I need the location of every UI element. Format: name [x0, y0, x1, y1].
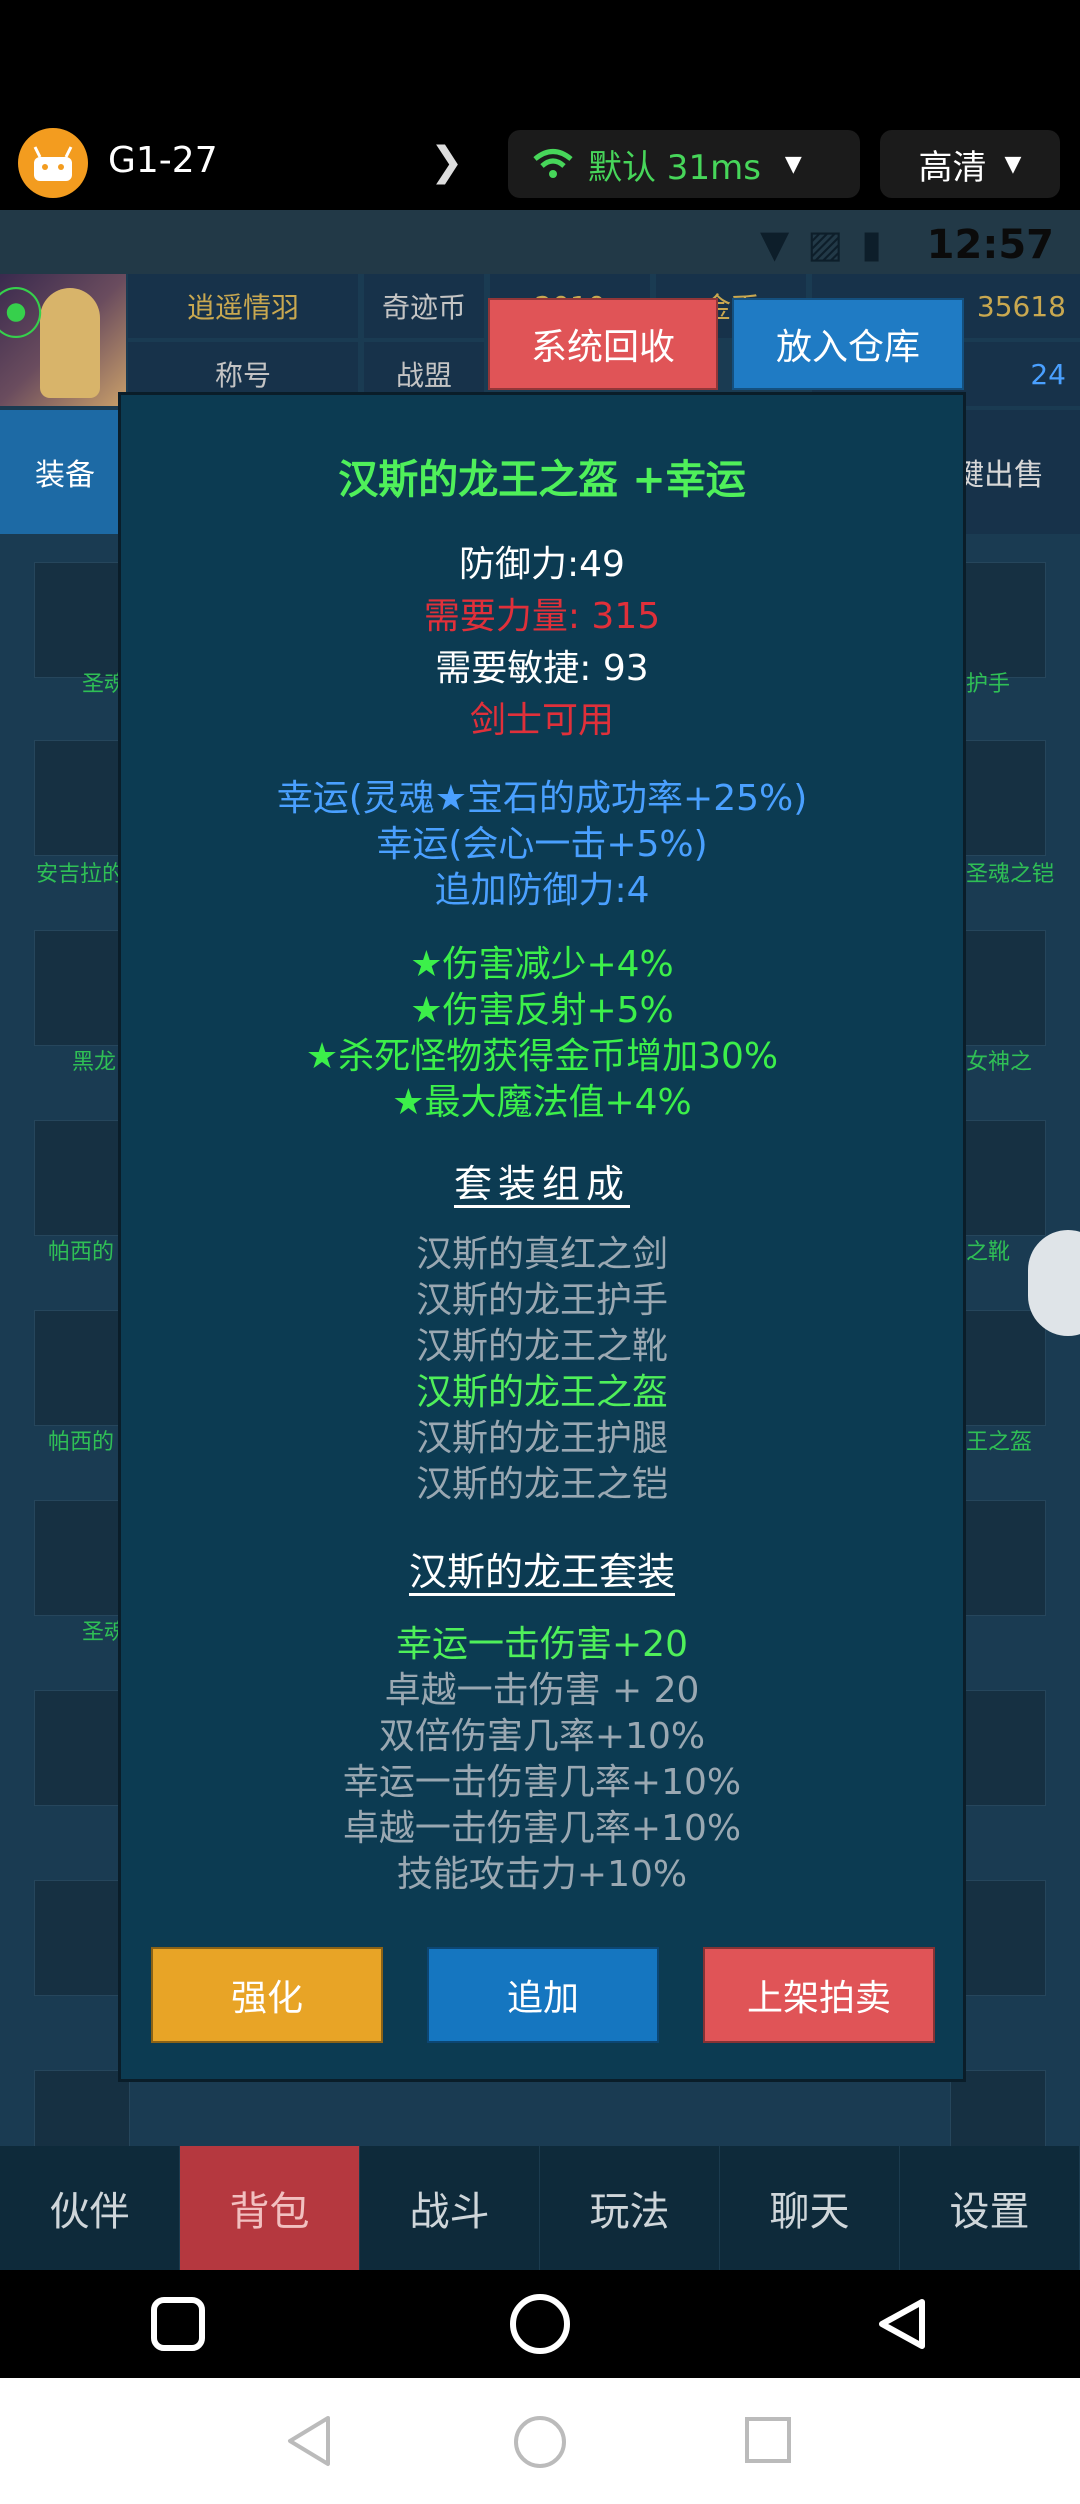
luck-option: 幸运(灵魂★宝石的成功率+25%) [276, 778, 808, 819]
item-name: 汉斯的龙王之盔 +幸运 [338, 457, 746, 503]
inventory-slot[interactable] [34, 930, 130, 1046]
set-bonus-line: 双倍伤害几率+10% [378, 1716, 706, 1757]
system-recycle-button[interactable]: 系统回收 [488, 298, 718, 390]
item-required-agility: 需要敏捷: 93 [435, 648, 649, 689]
luck-option: 幸运(会心一击+5%) [376, 824, 708, 865]
nav-partner[interactable]: 伙伴 [0, 2146, 180, 2270]
set-bonus-active: 幸运一击伤害+20 [396, 1624, 688, 1665]
set-item-active: 汉斯的龙王之盔 [415, 1372, 668, 1413]
chevron-right-icon[interactable]: ❯ [430, 140, 464, 184]
home-circle-icon[interactable] [512, 2414, 568, 2470]
recents-square-icon[interactable] [744, 2416, 792, 2464]
set-bonus-line: 卓越一击伤害 + 20 [384, 1670, 700, 1711]
slot-label: 帕西的 [48, 1240, 115, 1265]
inventory-slot[interactable] [34, 1880, 130, 1996]
set-bonus-line: 技能攻击力+10% [396, 1854, 688, 1895]
cloud-phone-topbar: G1-27 ❯ 默认 31ms ▼ 高清 ▼ [0, 0, 1080, 210]
recents-square-icon[interactable] [150, 2296, 206, 2352]
android-app-icon[interactable] [18, 128, 88, 198]
nav-backpack[interactable]: 背包 [180, 2146, 360, 2270]
excellent-option: ★杀死怪物获得金币增加30% [305, 1036, 779, 1077]
caret-down-icon: ▼ [784, 151, 802, 177]
network-selector[interactable]: 默认 31ms ▼ [508, 130, 860, 198]
inventory-slot[interactable] [34, 562, 130, 678]
item-class-requirement: 剑士可用 [469, 700, 614, 741]
tab-equipment[interactable]: 装备 [0, 410, 130, 534]
slot-label: 女神之 [966, 1050, 1033, 1075]
inventory-slot[interactable] [34, 1690, 130, 1806]
set-composition-header: 套装组成 [453, 1162, 630, 1206]
nav-gameplay[interactable]: 玩法 [540, 2146, 720, 2270]
status-clock: 12:57 [926, 222, 1054, 268]
cloud-android-nav [0, 2270, 1080, 2378]
slot-label: 护手 [966, 672, 1011, 697]
nav-chat[interactable]: 聊天 [720, 2146, 900, 2270]
quality-label: 高清 [918, 147, 987, 188]
item-defense: 防御力:49 [459, 544, 625, 585]
back-triangle-icon[interactable] [874, 2296, 930, 2352]
luck-option: 追加防御力:4 [434, 870, 650, 911]
wifi-icon [533, 149, 573, 178]
set-item: 汉斯的龙王护手 [415, 1280, 668, 1321]
network-latency-label: 默认 31ms [588, 147, 761, 188]
slot-label: 王之盔 [966, 1430, 1033, 1455]
slot-label: 安吉拉的 [36, 862, 125, 887]
device-name: G1-27 [108, 140, 218, 181]
slot-label: 圣魂之铠 [966, 862, 1055, 887]
store-to-warehouse-button[interactable]: 放入仓库 [732, 298, 964, 390]
nav-battle[interactable]: 战斗 [360, 2146, 540, 2270]
signal-icon: ⦿ [0, 283, 44, 348]
slot-label: 帕西的 [48, 1430, 115, 1455]
game-bottom-nav: 伙伴 背包 战斗 玩法 聊天 设置 [0, 2146, 1080, 2270]
item-required-strength: 需要力量: 315 [423, 596, 661, 637]
slot-label: 之靴 [966, 1240, 1011, 1265]
back-triangle-icon[interactable] [284, 2414, 334, 2468]
item-detail-panel: 汉斯的龙王之盔 +幸运 防御力:49 需要力量: 315 需要敏捷: 93 剑士… [118, 392, 966, 2082]
set-item: 汉斯的龙王之靴 [415, 1326, 668, 1367]
add-option-button[interactable]: 追加 [427, 1947, 659, 2043]
set-item: 汉斯的龙王之铠 [415, 1464, 668, 1505]
inventory-slot[interactable] [34, 1120, 130, 1236]
quality-selector[interactable]: 高清 ▼ [880, 130, 1060, 198]
set-item: 汉斯的龙王护腿 [415, 1418, 668, 1459]
caret-down-icon: ▼ [1004, 151, 1022, 177]
set-bonus-header: 汉斯的龙王套装 [408, 1550, 675, 1594]
excellent-option: ★伤害反射+5% [410, 990, 674, 1031]
android-status-bar: ▼▨▮ 12:57 [0, 210, 1080, 274]
set-item: 汉斯的真红之剑 [415, 1234, 668, 1275]
excellent-option: ★最大魔法值+4% [392, 1082, 692, 1123]
slot-label: 黑龙 [72, 1050, 117, 1075]
set-bonus-line: 卓越一击伤害几率+10% [342, 1808, 742, 1849]
currency-label: 奇迹币 [364, 274, 484, 338]
list-auction-button[interactable]: 上架拍卖 [703, 1947, 935, 2043]
set-bonus-line: 幸运一击伤害几率+10% [342, 1762, 742, 1803]
nav-settings[interactable]: 设置 [900, 2146, 1080, 2270]
status-icons: ▼▨▮ [760, 222, 901, 266]
inventory-slot[interactable] [34, 740, 130, 856]
floating-assistant-button[interactable] [1028, 1230, 1080, 1336]
inventory-slot[interactable] [34, 1500, 130, 1616]
host-android-nav [0, 2378, 1080, 2504]
character-name: 逍遥情羽 [128, 274, 358, 338]
home-circle-icon[interactable] [508, 2292, 572, 2356]
inventory-slot[interactable] [34, 1310, 130, 1426]
strengthen-button[interactable]: 强化 [151, 1947, 383, 2043]
excellent-option: ★伤害减少+4% [410, 944, 674, 985]
